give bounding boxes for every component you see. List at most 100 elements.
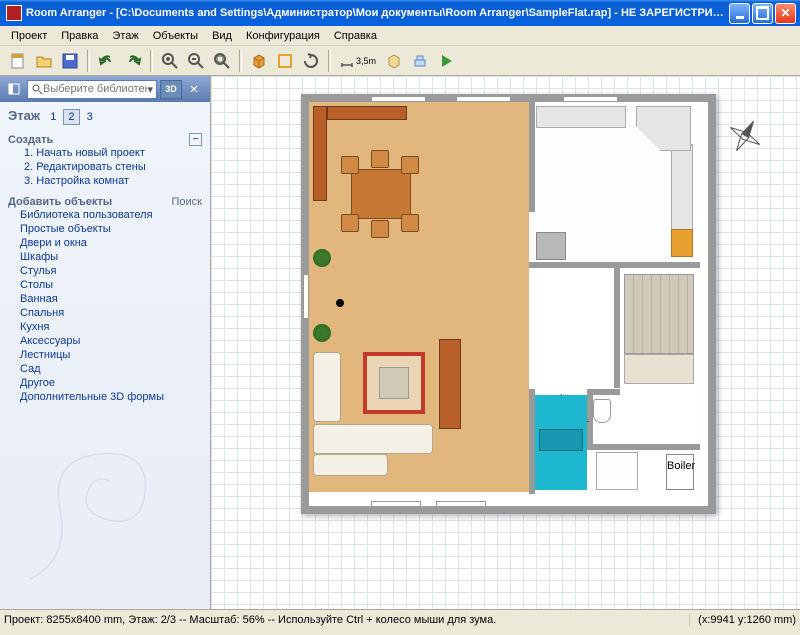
- cat-bedroom[interactable]: Спальня: [20, 306, 202, 320]
- cat-kitchen[interactable]: Кухня: [20, 320, 202, 334]
- chair-2[interactable]: [371, 150, 389, 168]
- status-right: (x:9941 y:1260 mm): [690, 614, 796, 626]
- redo-icon: [124, 52, 142, 70]
- redo-button[interactable]: [121, 49, 145, 73]
- cube-3d-icon: [250, 52, 268, 70]
- measure-icon: [340, 54, 354, 68]
- dropdown-icon: ▾: [147, 83, 153, 96]
- coffee-table[interactable]: [379, 367, 409, 399]
- floor-lamp[interactable]: [336, 299, 344, 307]
- zoom-out-icon: [187, 52, 205, 70]
- plant-1[interactable]: [313, 249, 331, 267]
- menu-help[interactable]: Справка: [327, 28, 384, 44]
- menu-config[interactable]: Конфигурация: [239, 28, 327, 44]
- sofa-left[interactable]: [313, 352, 341, 422]
- cat-chairs[interactable]: Стулья: [20, 264, 202, 278]
- floor-1[interactable]: 1: [46, 110, 60, 124]
- menu-bar: Проект Правка Этаж Объекты Вид Конфигура…: [0, 26, 800, 46]
- cat-tables[interactable]: Столы: [20, 278, 202, 292]
- wall-4: [587, 444, 700, 450]
- sidebar-collapse-button[interactable]: [4, 79, 24, 99]
- cat-stairs[interactable]: Лестницы: [20, 348, 202, 362]
- create-room-setup[interactable]: 3. Настройка комнат: [24, 174, 202, 188]
- cat-user-library[interactable]: Библиотека пользователя: [20, 208, 202, 222]
- library-selector[interactable]: ▾: [27, 80, 157, 99]
- walls-button[interactable]: [273, 49, 297, 73]
- view-3d-button[interactable]: [247, 49, 271, 73]
- window-top-2: [456, 96, 511, 102]
- workspace-canvas[interactable]: Boiler: [210, 76, 800, 609]
- sofa-bottom[interactable]: [313, 424, 433, 454]
- new-button[interactable]: [6, 49, 30, 73]
- zoom-fit-button[interactable]: [210, 49, 234, 73]
- search-link[interactable]: Поиск: [172, 196, 202, 208]
- window-top-1: [371, 96, 426, 102]
- cat-doors-windows[interactable]: Двери и окна: [20, 236, 202, 250]
- cat-closets[interactable]: Шкафы: [20, 250, 202, 264]
- menu-edit[interactable]: Правка: [54, 28, 105, 44]
- tv-unit[interactable]: [439, 339, 461, 429]
- sidebar-3d-toggle[interactable]: 3D: [160, 80, 182, 99]
- shelf-left[interactable]: [313, 106, 327, 201]
- toilet[interactable]: [593, 399, 611, 423]
- fridge[interactable]: [536, 232, 566, 260]
- create-edit-walls[interactable]: 2. Редактировать стены: [24, 160, 202, 174]
- stairs[interactable]: [624, 274, 694, 354]
- boiler[interactable]: Boiler: [666, 454, 694, 490]
- open-icon: [35, 52, 53, 70]
- chair-6[interactable]: [401, 214, 419, 232]
- window-title: Room Arranger - [C:\Documents and Settin…: [26, 7, 727, 19]
- kitchen-cabinet[interactable]: [671, 229, 693, 257]
- minimize-button[interactable]: [729, 3, 750, 24]
- window-bot-2: [436, 501, 486, 507]
- zoom-out-button[interactable]: [184, 49, 208, 73]
- cat-simple-objects[interactable]: Простые объекты: [20, 222, 202, 236]
- furnish-button[interactable]: [382, 49, 406, 73]
- play-button[interactable]: [434, 49, 458, 73]
- chair-4[interactable]: [341, 214, 359, 232]
- sink[interactable]: [539, 429, 583, 451]
- cat-3d-shapes[interactable]: Дополнительные 3D формы: [20, 390, 202, 404]
- app-icon: [6, 5, 22, 21]
- save-button[interactable]: [58, 49, 82, 73]
- library-input[interactable]: [43, 83, 147, 95]
- menu-view[interactable]: Вид: [205, 28, 239, 44]
- close-button[interactable]: [775, 3, 796, 24]
- addobj-header: Добавить объекты: [8, 196, 112, 208]
- cat-bathroom[interactable]: Ванная: [20, 292, 202, 306]
- floor-3[interactable]: 3: [83, 110, 97, 124]
- collapse-create-button[interactable]: −: [189, 133, 202, 146]
- chair-5[interactable]: [371, 220, 389, 238]
- kitchen-counter-top[interactable]: [536, 106, 626, 128]
- cat-other[interactable]: Другое: [20, 376, 202, 390]
- chair-3[interactable]: [401, 156, 419, 174]
- create-new-project[interactable]: 1. Начать новый проект: [24, 146, 202, 160]
- stairs-landing[interactable]: [624, 354, 694, 384]
- cat-accessories[interactable]: Аксессуары: [20, 334, 202, 348]
- floor-plan[interactable]: Boiler: [301, 94, 716, 514]
- menu-floor[interactable]: Этаж: [105, 28, 145, 44]
- sofa-foot[interactable]: [313, 454, 388, 476]
- new-icon: [9, 52, 27, 70]
- zoom-in-button[interactable]: [158, 49, 182, 73]
- maximize-button[interactable]: [752, 3, 773, 24]
- wall-1: [529, 102, 535, 212]
- shower[interactable]: [596, 452, 638, 490]
- menu-project[interactable]: Проект: [4, 28, 54, 44]
- undo-button[interactable]: [95, 49, 119, 73]
- chair-1[interactable]: [341, 156, 359, 174]
- plant-2[interactable]: [313, 324, 331, 342]
- shelf-top[interactable]: [327, 106, 407, 120]
- menu-objects[interactable]: Объекты: [146, 28, 205, 44]
- walk-button[interactable]: [408, 49, 432, 73]
- cat-garden[interactable]: Сад: [20, 362, 202, 376]
- sidebar-close-button[interactable]: ✕: [185, 80, 203, 98]
- title-bar: Room Arranger - [C:\Documents and Settin…: [0, 0, 800, 26]
- status-left: Проект: 8255x8400 mm, Этаж: 2/3 -- Масшт…: [4, 614, 690, 626]
- floor-2[interactable]: 2: [63, 109, 79, 125]
- open-button[interactable]: [32, 49, 56, 73]
- dining-table[interactable]: [351, 169, 411, 219]
- measure-button[interactable]: 3,5m: [336, 49, 380, 73]
- zoom-in-icon: [161, 52, 179, 70]
- rotate-button[interactable]: [299, 49, 323, 73]
